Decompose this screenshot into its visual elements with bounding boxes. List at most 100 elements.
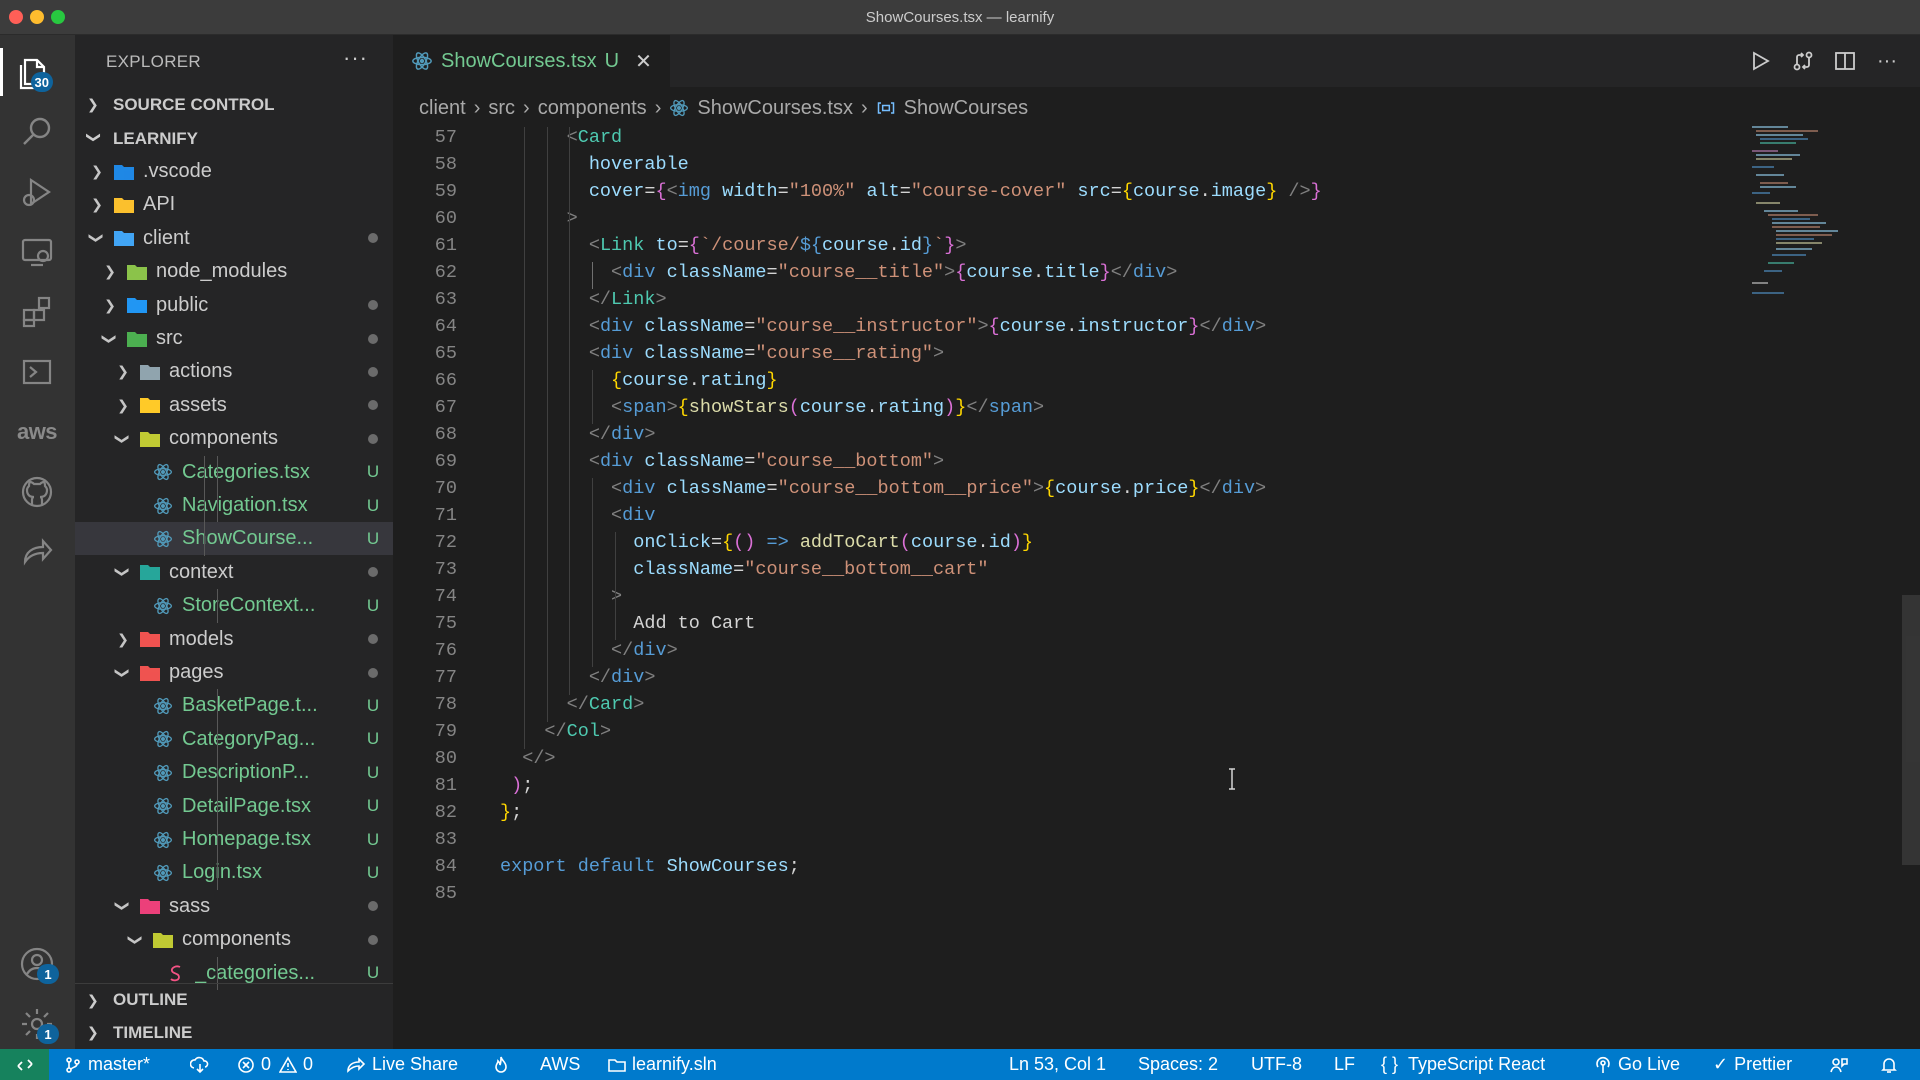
close-tab-button[interactable]: ✕ — [635, 49, 652, 74]
azure-activity[interactable] — [13, 348, 61, 396]
chevron-down-icon: ❯ — [115, 900, 132, 913]
more-editor-actions-button[interactable]: ··· — [1873, 47, 1901, 75]
search-activity[interactable] — [13, 108, 61, 156]
tree-file[interactable]: Homepage.tsx U — [75, 823, 393, 856]
node-folder-icon — [126, 262, 148, 282]
tree-file[interactable]: CategoryPag... U — [75, 723, 393, 756]
tree-item-label: Navigation.tsx — [182, 494, 308, 516]
tree-folder[interactable]: ❯ .vscode — [75, 155, 393, 188]
aws-activity[interactable]: aws — [13, 408, 61, 456]
folder-icon — [608, 1058, 626, 1072]
tree-file[interactable]: DetailPage.tsx U — [75, 790, 393, 823]
tree-folder[interactable]: ❯ sass — [75, 890, 393, 923]
encoding-status[interactable]: UTF-8 — [1251, 1049, 1302, 1080]
aws-status[interactable]: AWS — [540, 1049, 580, 1080]
github-activity[interactable] — [13, 468, 61, 516]
go-live-status[interactable]: Go Live — [1594, 1049, 1680, 1080]
tree-item-label: src — [156, 327, 183, 349]
timeline-section[interactable]: ❯ TIMELINE — [75, 1016, 393, 1049]
remote-indicator[interactable] — [0, 1049, 49, 1080]
untracked-badge: U — [366, 462, 380, 482]
tree-folder[interactable]: ❯ pages — [75, 656, 393, 689]
tree-folder[interactable]: ❯ components — [75, 422, 393, 455]
cursor-position-status[interactable]: Ln 53, Col 1 — [1009, 1049, 1106, 1080]
breadcrumb-components[interactable]: components — [538, 97, 647, 120]
solution-status[interactable]: learnify.sln — [608, 1049, 717, 1080]
source-control-section[interactable]: ❯ SOURCE CONTROL — [75, 88, 393, 121]
vertical-scrollbar-thumb[interactable] — [1902, 595, 1920, 865]
eol-status[interactable]: LF — [1334, 1049, 1355, 1080]
tree-folder[interactable]: ❯ API — [75, 188, 393, 221]
flame-status[interactable] — [493, 1049, 515, 1080]
more-actions-button[interactable]: ··· — [343, 45, 368, 71]
remote-explorer-icon — [21, 238, 53, 267]
run-button[interactable] — [1746, 47, 1774, 75]
tree-file[interactable]: Login.tsx U — [75, 856, 393, 889]
manage-activity[interactable]: 1 — [13, 1000, 61, 1048]
untracked-badge: U — [366, 729, 380, 749]
tree-folder[interactable]: ❯ src — [75, 322, 393, 355]
notifications-status[interactable] — [1880, 1049, 1904, 1080]
tree-folder[interactable]: ❯ public — [75, 289, 393, 322]
code-line: <div className="course__title">{course.t… — [611, 262, 1178, 283]
tree-folder[interactable]: ❯ actions — [75, 355, 393, 388]
problems-status[interactable]: 0 0 — [237, 1049, 313, 1080]
project-section[interactable]: ❯ LEARNIFY — [75, 122, 393, 155]
branch-status[interactable]: master* — [64, 1049, 150, 1080]
line-number: 64 — [434, 316, 457, 337]
code-editor[interactable]: 57 58 59 60 61 62 63 64 65 66 67 68 69 70 71 72 73 74 75 76… — [393, 123, 1733, 1049]
remote-explorer-activity[interactable] — [13, 228, 61, 276]
live-share-status[interactable]: Live Share — [346, 1049, 458, 1080]
tree-file[interactable]: Navigation.tsx U — [75, 489, 393, 522]
tree-folder[interactable]: ❯ client — [75, 222, 393, 255]
explorer-activity[interactable]: 30 — [0, 48, 75, 96]
prettier-status[interactable]: ✓ Prettier — [1713, 1049, 1792, 1080]
tree-folder[interactable]: ❯ context — [75, 556, 393, 589]
indent-guide — [569, 127, 570, 695]
live-share-activity[interactable] — [13, 528, 61, 576]
breadcrumb-src[interactable]: src — [488, 97, 515, 120]
run-debug-icon — [22, 177, 51, 207]
tree-file[interactable]: Categories.tsx U — [75, 456, 393, 489]
tree-folder[interactable]: ❯ models — [75, 623, 393, 656]
tree-file[interactable]: BasketPage.t... U — [75, 689, 393, 722]
tree-file[interactable]: DescriptionP... U — [75, 756, 393, 789]
sync-icon — [190, 1056, 209, 1073]
tree-item-label: public — [156, 293, 209, 316]
sync-status[interactable] — [190, 1049, 216, 1080]
breadcrumb-symbol[interactable]: ShowCourses — [904, 97, 1029, 120]
tree-folder[interactable]: ❯ components — [75, 923, 393, 956]
feedback-status[interactable] — [1829, 1049, 1855, 1080]
outline-section[interactable]: ❯ OUTLINE — [75, 983, 393, 1016]
react-icon — [669, 98, 689, 118]
ellipsis-icon: ··· — [1877, 49, 1897, 72]
breadcrumb-file[interactable]: ShowCourses.tsx — [697, 97, 853, 120]
indentation-status[interactable]: Spaces: 2 — [1138, 1049, 1218, 1080]
extensions-activity[interactable] — [13, 288, 61, 336]
tree-folder[interactable]: ❯ node_modules — [75, 255, 393, 288]
accounts-activity[interactable]: 1 — [13, 940, 61, 988]
run-debug-activity[interactable] — [13, 168, 61, 216]
tree-file[interactable]: ShowCourse... U — [75, 522, 393, 556]
line-number: 68 — [434, 424, 457, 445]
github-icon — [21, 476, 53, 508]
open-changes-button[interactable] — [1789, 47, 1817, 75]
tab-showcourses[interactable]: ShowCourses.tsx U ✕ — [393, 35, 670, 87]
indent-guide — [615, 532, 616, 640]
tab-label: ShowCourses.tsx — [441, 49, 597, 72]
tree-indent-guide — [217, 689, 218, 890]
code-line: <div className="course__rating"> — [588, 343, 945, 364]
split-editor-button[interactable] — [1831, 47, 1859, 75]
minimap[interactable] — [1748, 123, 1858, 303]
tree-file[interactable]: StoreContext... U — [75, 589, 393, 622]
breadcrumb-client[interactable]: client — [419, 97, 466, 120]
sidebar-header: EXPLORER ··· — [75, 35, 393, 88]
language-status[interactable]: { } TypeScript React — [1381, 1049, 1545, 1080]
code-line: }; — [500, 802, 523, 823]
line-number: 73 — [434, 559, 457, 580]
folder-icon — [139, 362, 161, 382]
chevron-down-icon: ❯ — [86, 131, 103, 144]
tree-folder[interactable]: ❯ assets — [75, 389, 393, 422]
